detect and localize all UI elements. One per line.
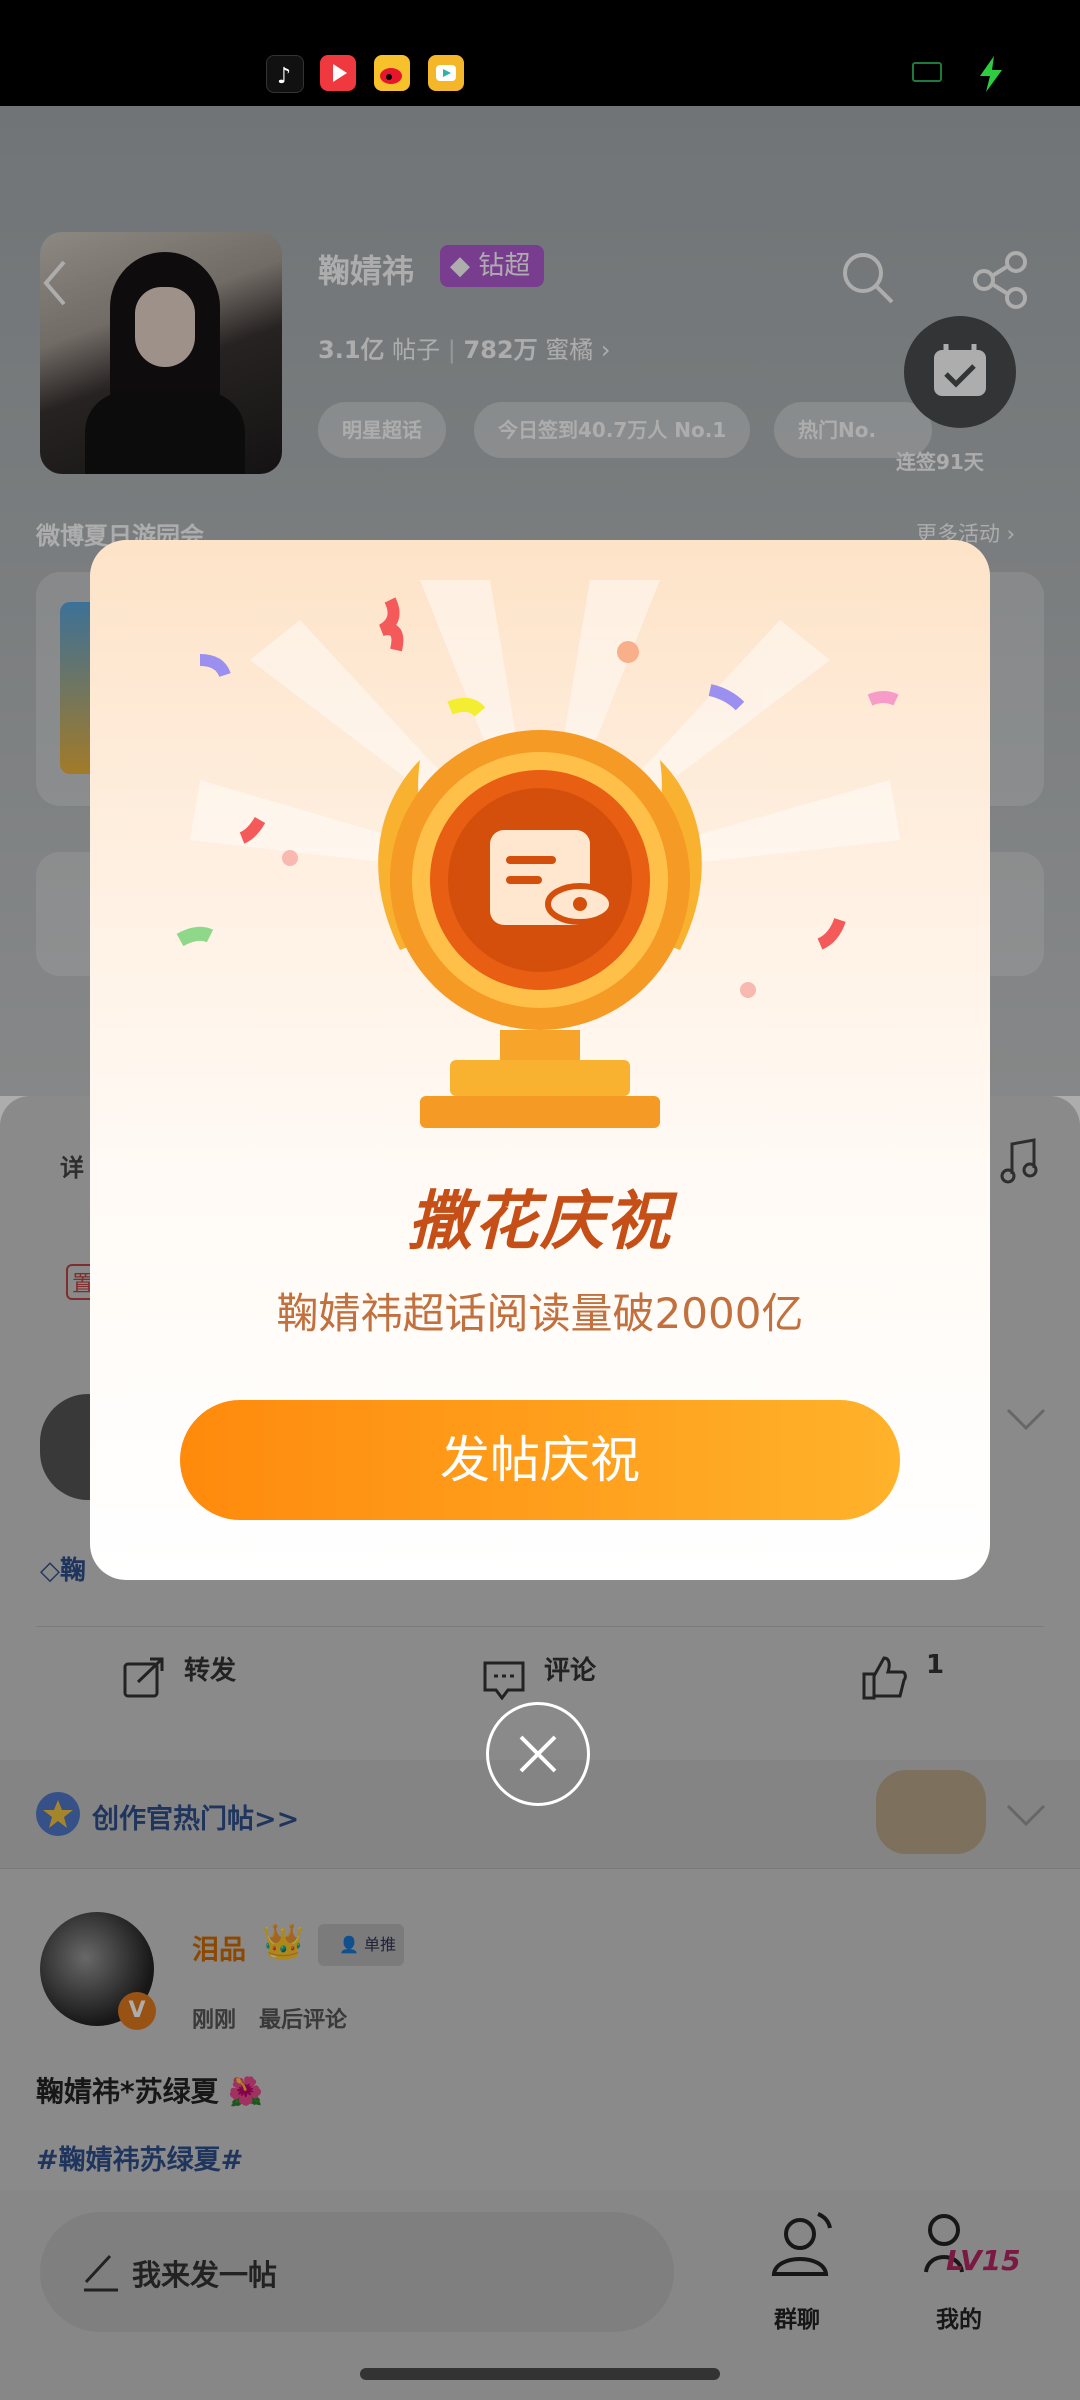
celebration-dialog: 撒花庆祝 鞠婧祎超话阅读量破2000亿 发帖庆祝 bbox=[90, 540, 990, 1580]
camera-app-icon bbox=[428, 55, 464, 91]
trophy-icon bbox=[378, 730, 702, 1128]
dialog-heading: 撒花庆祝 bbox=[408, 1185, 672, 1259]
charging-icon bbox=[980, 56, 1002, 92]
battery-saver-icon bbox=[912, 62, 942, 82]
post-celebrate-button[interactable]: 发帖庆祝 bbox=[180, 1400, 900, 1520]
close-dialog-button[interactable] bbox=[486, 1702, 590, 1806]
weibo-icon bbox=[374, 55, 410, 91]
close-icon bbox=[519, 1735, 557, 1773]
video-icon bbox=[320, 55, 356, 91]
svg-text:♪: ♪ bbox=[277, 64, 291, 89]
status-bar: ♪ bbox=[0, 0, 1080, 106]
dialog-message: 鞠婧祎超话阅读量破2000亿 bbox=[276, 1289, 804, 1338]
home-indicator[interactable] bbox=[360, 2368, 720, 2380]
tiktok-icon: ♪ bbox=[266, 55, 304, 93]
